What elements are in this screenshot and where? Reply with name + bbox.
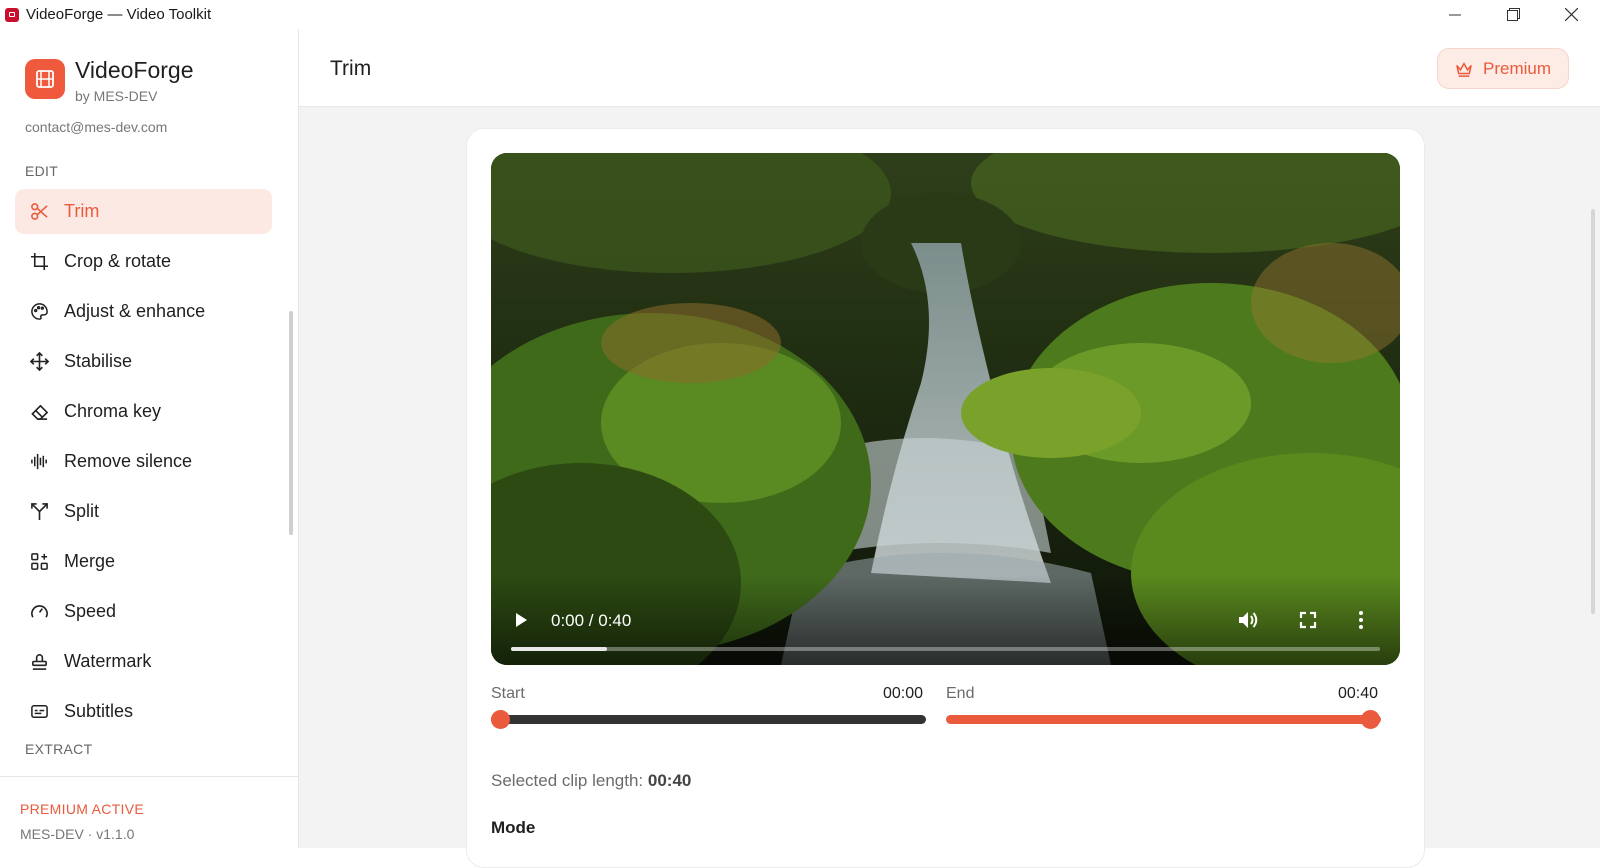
brand-by: by MES-DEV bbox=[75, 88, 158, 104]
sidebar-scrollbar[interactable] bbox=[289, 311, 293, 535]
main-content: Trim Premium 0:00 / 0:40 Start 00:00 End… bbox=[299, 29, 1600, 868]
window-controls bbox=[1426, 0, 1600, 29]
section-label-extract: EXTRACT bbox=[25, 741, 93, 757]
sidebar-item-label: Split bbox=[64, 501, 100, 521]
premium-status: PREMIUM ACTIVE bbox=[20, 801, 144, 817]
more-vertical-icon bbox=[1359, 611, 1363, 629]
clip-length-label: Selected clip length: bbox=[491, 771, 644, 790]
brand: VideoForge by MES-DEV bbox=[25, 57, 194, 104]
sidebar-item-subtitles[interactable]: Subtitles bbox=[15, 689, 272, 734]
sidebar-item-label: Watermark bbox=[64, 651, 152, 671]
split-icon bbox=[29, 502, 49, 522]
main-header: Trim Premium bbox=[299, 29, 1600, 107]
captions-icon bbox=[29, 702, 49, 722]
mode-label: Mode bbox=[491, 818, 536, 837]
premium-label: Premium bbox=[1482, 58, 1551, 78]
sidebar-item-label: Chroma key bbox=[64, 401, 162, 421]
end-slider-thumb[interactable] bbox=[1361, 710, 1380, 729]
close-icon bbox=[1564, 8, 1578, 21]
volume-icon bbox=[1239, 612, 1258, 628]
gauge-icon bbox=[29, 602, 49, 622]
sidebar-item-label: Crop & rotate bbox=[64, 251, 172, 271]
video-progress-fill bbox=[511, 647, 607, 651]
video-progress-bar[interactable] bbox=[511, 647, 1380, 651]
sidebar-nav: Trim Crop & rotate Adjust & enhance Stab… bbox=[15, 189, 272, 739]
trim-card: 0:00 / 0:40 Start 00:00 End 00:40 Select… bbox=[466, 128, 1425, 868]
more-options-button[interactable] bbox=[1357, 609, 1365, 631]
start-label: Start bbox=[491, 685, 525, 702]
sidebar-item-remove-silence[interactable]: Remove silence bbox=[15, 439, 272, 484]
video-time: 0:00 / 0:40 bbox=[551, 611, 632, 630]
crop-icon bbox=[29, 252, 49, 272]
end-value: 00:40 bbox=[1338, 685, 1379, 702]
start-value: 00:00 bbox=[883, 685, 924, 702]
page-title: Trim bbox=[330, 57, 372, 80]
sidebar-item-split[interactable]: Split bbox=[15, 489, 272, 534]
sidebar-item-label: Merge bbox=[64, 551, 116, 571]
sidebar-item-stabilise[interactable]: Stabilise bbox=[15, 339, 272, 384]
start-slider-thumb[interactable] bbox=[491, 710, 510, 729]
sidebar-item-trim[interactable]: Trim bbox=[15, 189, 272, 234]
sidebar-item-label: Speed bbox=[64, 601, 117, 621]
scissors-icon bbox=[29, 202, 49, 222]
contact-email: contact@mes-dev.com bbox=[25, 119, 168, 135]
main-scrollbar[interactable] bbox=[1591, 209, 1595, 614]
section-label-edit: EDIT bbox=[25, 163, 59, 179]
title-bar: VideoForge — Video Toolkit bbox=[0, 0, 1600, 29]
brand-name: VideoForge bbox=[75, 57, 194, 83]
sidebar-item-label: Trim bbox=[64, 201, 100, 221]
start-slider-track[interactable] bbox=[491, 715, 926, 724]
minimize-button[interactable] bbox=[1426, 0, 1484, 29]
sidebar-item-crop-rotate[interactable]: Crop & rotate bbox=[15, 239, 272, 284]
version-label: MES-DEV · v1.1.0 bbox=[20, 826, 135, 842]
sidebar-item-merge[interactable]: Merge bbox=[15, 539, 272, 584]
audio-wave-icon bbox=[29, 452, 49, 472]
close-button[interactable] bbox=[1542, 0, 1600, 29]
video-controls: 0:00 / 0:40 bbox=[491, 575, 1400, 665]
minimize-icon bbox=[1449, 14, 1461, 15]
crown-icon bbox=[1455, 61, 1473, 77]
window-title: VideoForge — Video Toolkit bbox=[26, 6, 212, 23]
stamp-icon bbox=[29, 652, 49, 672]
sidebar-item-label: Adjust & enhance bbox=[64, 301, 206, 321]
clip-length-value: 00:40 bbox=[647, 771, 692, 790]
fullscreen-button[interactable] bbox=[1297, 609, 1319, 631]
sidebar-item-speed[interactable]: Speed bbox=[15, 589, 272, 634]
eraser-icon bbox=[29, 402, 49, 422]
restore-icon bbox=[1506, 8, 1520, 21]
sidebar-item-label: Stabilise bbox=[64, 351, 133, 371]
sidebar-item-adjust-enhance[interactable]: Adjust & enhance bbox=[15, 289, 272, 334]
film-icon bbox=[25, 59, 65, 99]
sidebar-item-chroma-key[interactable]: Chroma key bbox=[15, 389, 272, 434]
sidebar-item-watermark[interactable]: Watermark bbox=[15, 639, 272, 684]
play-icon bbox=[516, 613, 527, 627]
sidebar-footer: PREMIUM ACTIVE MES-DEV · v1.1.0 bbox=[0, 776, 298, 848]
premium-button[interactable]: Premium bbox=[1437, 48, 1569, 89]
clip-length: Selected clip length: 00:40 bbox=[491, 771, 691, 791]
video-player[interactable]: 0:00 / 0:40 bbox=[491, 153, 1400, 665]
end-label: End bbox=[946, 685, 975, 702]
sidebar: VideoForge by MES-DEV contact@mes-dev.co… bbox=[0, 29, 299, 848]
end-slider-track[interactable] bbox=[946, 715, 1381, 724]
merge-icon bbox=[29, 552, 49, 572]
play-button[interactable] bbox=[511, 610, 531, 630]
sidebar-item-label: Subtitles bbox=[64, 701, 134, 721]
fullscreen-icon bbox=[1299, 611, 1317, 629]
volume-button[interactable] bbox=[1237, 609, 1261, 631]
move-icon bbox=[29, 352, 49, 372]
sidebar-item-label: Remove silence bbox=[64, 451, 193, 471]
app-icon bbox=[5, 7, 19, 22]
palette-icon bbox=[29, 302, 49, 322]
restore-button[interactable] bbox=[1484, 0, 1542, 29]
